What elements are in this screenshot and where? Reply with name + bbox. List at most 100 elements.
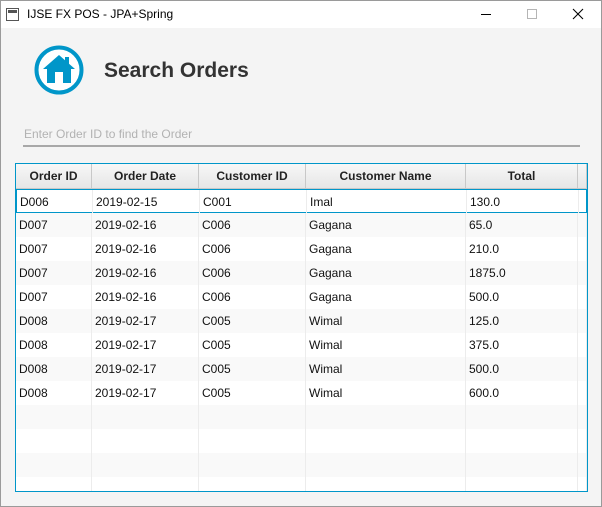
cell-order-id: D008 (16, 309, 92, 333)
cell-customer-id: C005 (199, 381, 306, 405)
table-row[interactable]: D007 2019-02-16 C006 Gagana 65.0 (16, 213, 587, 237)
page-title: Search Orders (104, 59, 249, 82)
table-row[interactable]: D008 2019-02-17 C005 Wimal 125.0 (16, 309, 587, 333)
column-header-filler (578, 164, 587, 188)
window-title: IJSE FX POS - JPA+Spring (27, 7, 174, 21)
cell-customer-name: Wimal (306, 357, 466, 381)
order-id-search-input[interactable] (23, 122, 580, 147)
table-row[interactable]: D007 2019-02-16 C006 Gagana 210.0 (16, 237, 587, 261)
cell-customer-id: C006 (199, 237, 306, 261)
table-row[interactable]: D008 2019-02-17 C005 Wimal 600.0 (16, 381, 587, 405)
column-header-customer-id[interactable]: Customer ID (199, 164, 306, 188)
maximize-icon (527, 9, 537, 19)
cell-order-date: 2019-02-15 (93, 190, 200, 214)
cell-total: 130.0 (467, 190, 579, 214)
cell-filler (578, 213, 587, 237)
cell-total: 375.0 (466, 333, 578, 357)
cell-total (466, 429, 578, 453)
cell-order-date: 2019-02-17 (92, 357, 199, 381)
cell-order-id: D008 (16, 357, 92, 381)
cell-total (466, 477, 578, 491)
cell-customer-id: C006 (199, 213, 306, 237)
cell-order-id (16, 453, 92, 477)
table-row[interactable]: D008 2019-02-17 C005 Wimal 375.0 (16, 333, 587, 357)
cell-customer-name (306, 477, 466, 491)
column-header-order-date[interactable]: Order Date (92, 164, 199, 188)
cell-total (466, 453, 578, 477)
column-header-customer-name[interactable]: Customer Name (306, 164, 466, 188)
cell-filler (578, 453, 587, 477)
cell-customer-id: C005 (199, 333, 306, 357)
cell-total: 210.0 (466, 237, 578, 261)
cell-customer-name: Wimal (306, 309, 466, 333)
table-row[interactable]: D007 2019-02-16 C006 Gagana 500.0 (16, 285, 587, 309)
cell-order-date: 2019-02-16 (92, 213, 199, 237)
column-header-total[interactable]: Total (466, 164, 578, 188)
cell-customer-name: Gagana (306, 285, 466, 309)
cell-customer-id (199, 429, 306, 453)
empty-table-row[interactable] (16, 405, 587, 429)
minimize-icon (481, 14, 491, 15)
cell-filler (578, 309, 587, 333)
cell-filler (579, 190, 587, 214)
table-row[interactable]: D007 2019-02-16 C006 Gagana 1875.0 (16, 261, 587, 285)
cell-customer-id (199, 453, 306, 477)
title-bar[interactable]: IJSE FX POS - JPA+Spring (1, 1, 601, 28)
cell-order-date: 2019-02-16 (92, 237, 199, 261)
cell-order-date (92, 405, 199, 429)
home-icon[interactable] (34, 45, 84, 95)
cell-filler (578, 285, 587, 309)
cell-order-id (16, 477, 92, 491)
cell-customer-name (306, 405, 466, 429)
cell-customer-name: Wimal (306, 333, 466, 357)
cell-filler (578, 333, 587, 357)
cell-total: 65.0 (466, 213, 578, 237)
orders-table[interactable]: Order ID Order Date Customer ID Customer… (15, 163, 588, 492)
cell-order-id: D007 (16, 213, 92, 237)
column-header-order-id[interactable]: Order ID (16, 164, 92, 188)
cell-filler (578, 381, 587, 405)
cell-customer-name (306, 453, 466, 477)
app-window: IJSE FX POS - JPA+Spring Search Orders O… (0, 0, 602, 507)
cell-customer-id: C006 (199, 261, 306, 285)
cell-order-date: 2019-02-16 (92, 261, 199, 285)
empty-table-row[interactable] (16, 477, 587, 491)
close-icon (572, 8, 584, 20)
cell-filler (578, 405, 587, 429)
cell-customer-name: Gagana (306, 213, 466, 237)
cell-order-id: D007 (16, 285, 92, 309)
cell-filler (578, 261, 587, 285)
cell-customer-id: C001 (200, 190, 307, 214)
cell-order-id: D006 (17, 190, 93, 214)
table-row[interactable]: D006 2019-02-15 C001 Imal 130.0 (16, 189, 587, 214)
empty-table-row[interactable] (16, 429, 587, 453)
cell-order-date (92, 429, 199, 453)
cell-order-date: 2019-02-16 (92, 285, 199, 309)
cell-total: 125.0 (466, 309, 578, 333)
table-row[interactable]: D008 2019-02-17 C005 Wimal 500.0 (16, 357, 587, 381)
cell-order-id: D008 (16, 381, 92, 405)
maximize-button[interactable] (509, 1, 555, 28)
cell-order-date (92, 453, 199, 477)
cell-customer-id: C005 (199, 309, 306, 333)
empty-table-row[interactable] (16, 453, 587, 477)
cell-order-date (92, 477, 199, 491)
cell-order-id: D008 (16, 333, 92, 357)
cell-customer-name: Gagana (306, 261, 466, 285)
cell-filler (578, 237, 587, 261)
cell-total: 1875.0 (466, 261, 578, 285)
cell-customer-name: Imal (307, 190, 467, 214)
cell-order-date: 2019-02-17 (92, 309, 199, 333)
main-content: Search Orders Order ID Order Date Custom… (1, 28, 601, 506)
cell-order-id (16, 429, 92, 453)
minimize-button[interactable] (463, 1, 509, 28)
close-button[interactable] (555, 1, 601, 28)
cell-order-id (16, 405, 92, 429)
cell-order-id: D007 (16, 237, 92, 261)
cell-customer-id: C005 (199, 357, 306, 381)
cell-customer-id: C006 (199, 285, 306, 309)
cell-customer-name (306, 429, 466, 453)
app-window-icon (6, 8, 19, 21)
cell-customer-id (199, 405, 306, 429)
cell-order-date: 2019-02-17 (92, 381, 199, 405)
